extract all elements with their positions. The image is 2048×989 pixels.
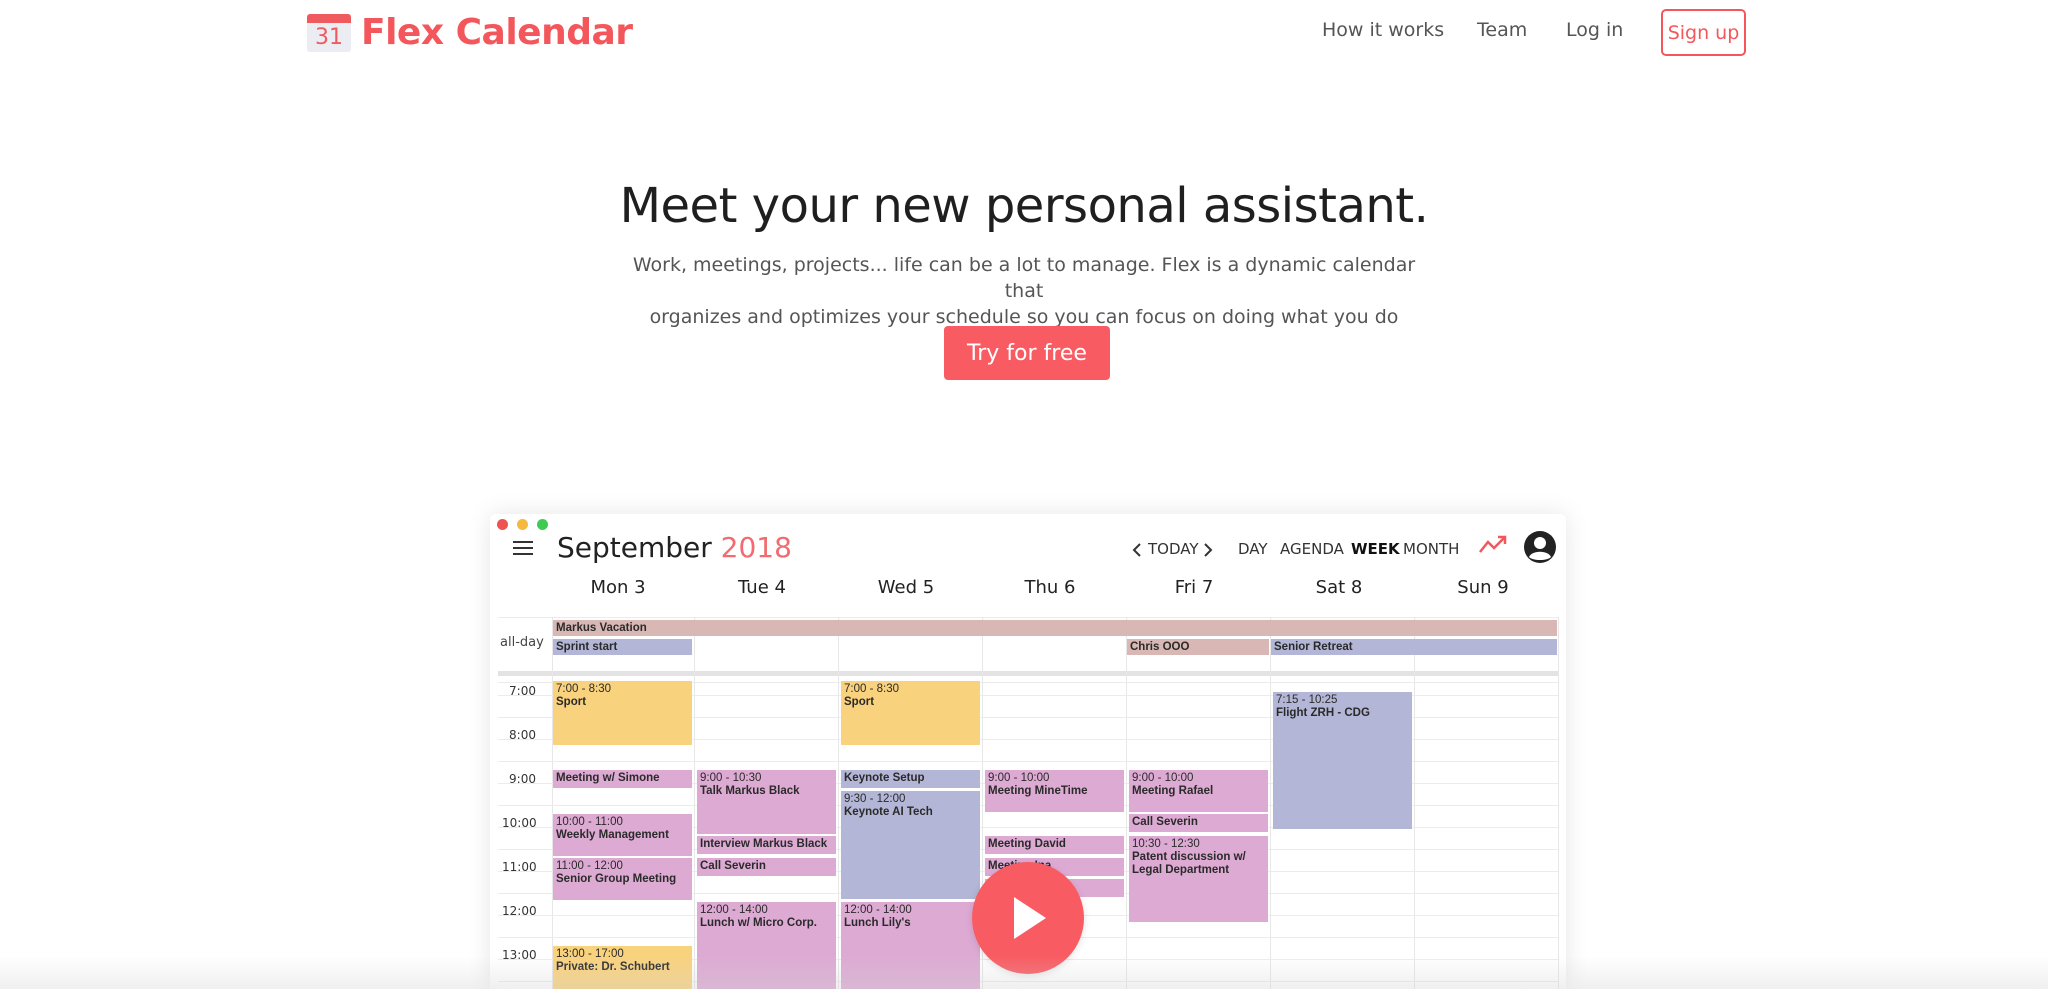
chevron-left-icon[interactable]: [1132, 543, 1142, 557]
calendar-event[interactable]: Meeting w/ Simone: [553, 770, 692, 788]
chevron-right-icon[interactable]: [1203, 543, 1213, 557]
calendar-event[interactable]: 9:30 - 12:00 Keynote AI Tech: [841, 791, 980, 899]
calendar-event[interactable]: 12:00 - 14:00 Lunch w/ Micro Corp.: [697, 902, 836, 989]
allday-label: all-day: [500, 635, 544, 650]
grid-line: [1270, 617, 1271, 989]
hero-subtitle-line-1: Work, meetings, projects... life can be …: [632, 254, 1416, 302]
allday-event[interactable]: Sprint start: [553, 639, 692, 655]
grid-line: [1558, 617, 1559, 989]
hero-title: Meet your new personal assistant.: [619, 178, 1429, 234]
calendar-event[interactable]: 7:00 - 8:30 Sport: [841, 681, 980, 745]
window-minimize-dot: [517, 519, 528, 530]
calendar-event[interactable]: 9:00 - 10:30 Talk Markus Black: [697, 770, 836, 834]
today-button[interactable]: TODAY: [1148, 540, 1199, 558]
nav-login-link[interactable]: Log in: [1566, 19, 1623, 41]
grid-line: [552, 617, 553, 989]
allday-event[interactable]: Senior Retreat: [1271, 639, 1557, 655]
top-nav: 31 Flex Calendar How it works Team Log i…: [0, 0, 2048, 64]
day-header-sat: Sat 8: [1315, 577, 1363, 598]
grid-line: [1414, 617, 1415, 989]
day-header-wed: Wed 5: [877, 577, 935, 598]
account-icon[interactable]: [1523, 530, 1557, 564]
window-close-dot: [497, 519, 508, 530]
view-day-tab[interactable]: DAY: [1238, 540, 1268, 558]
day-header-tue: Tue 4: [738, 577, 786, 598]
calendar-event[interactable]: 9:00 - 10:00 Meeting MineTime: [985, 770, 1124, 812]
allday-divider: [498, 671, 1558, 676]
grid-line: [694, 617, 695, 989]
play-video-button[interactable]: [972, 862, 1084, 974]
calendar-event[interactable]: 7:15 - 10:25 Flight ZRH - CDG: [1273, 692, 1412, 829]
hour-label: 12:00: [502, 904, 537, 918]
calendar-event[interactable]: Interview Markus Black: [697, 836, 836, 854]
grid-line: [498, 617, 1558, 618]
hour-label: 13:00: [502, 948, 537, 962]
day-header-sun: Sun 9: [1457, 577, 1509, 598]
view-week-tab[interactable]: WEEK: [1351, 540, 1400, 558]
trend-icon[interactable]: [1478, 534, 1508, 556]
calendar-event[interactable]: 10:00 - 11:00 Weekly Management: [553, 814, 692, 856]
calendar-event[interactable]: Call Severin: [697, 858, 836, 876]
calendar-event[interactable]: 10:30 - 12:30 Patent discussion w/ Legal…: [1129, 836, 1268, 922]
day-header-fri: Fri 7: [1174, 577, 1214, 598]
calendar-event[interactable]: 13:00 - 17:00 Private: Dr. Schubert: [553, 946, 692, 989]
nav-team-link[interactable]: Team: [1477, 19, 1527, 41]
play-icon: [1014, 897, 1046, 939]
nav-how-it-works-link[interactable]: How it works: [1322, 19, 1444, 41]
hour-label: 8:00: [509, 728, 536, 742]
hour-label: 9:00: [509, 772, 536, 786]
allday-event[interactable]: Chris OOO: [1127, 639, 1269, 655]
hour-label: 10:00: [502, 816, 537, 830]
calendar-event[interactable]: 11:00 - 12:00 Senior Group Meeting: [553, 858, 692, 900]
view-month-tab[interactable]: MONTH: [1403, 540, 1459, 558]
month-title: September 2018: [557, 531, 792, 564]
calendar-event[interactable]: 9:00 - 10:00 Meeting Rafael: [1129, 770, 1268, 812]
calendar-event[interactable]: Keynote Setup: [841, 770, 980, 788]
view-agenda-tab[interactable]: AGENDA: [1280, 540, 1344, 558]
hour-label: 11:00: [502, 860, 537, 874]
calendar-event[interactable]: 7:00 - 8:30 Sport: [553, 681, 692, 745]
day-header-thu: Thu 6: [1024, 577, 1076, 598]
calendar-event[interactable]: Call Severin: [1129, 814, 1268, 832]
hour-label: 7:00: [509, 684, 536, 698]
calendar-event[interactable]: Meeting David: [985, 836, 1124, 854]
window-maximize-dot: [537, 519, 548, 530]
signup-button[interactable]: Sign up: [1661, 9, 1746, 56]
app-preview-window: September 2018 TODAY DAY AGENDA WEEK MON…: [490, 514, 1566, 989]
try-for-free-button[interactable]: Try for free: [944, 326, 1110, 380]
allday-event[interactable]: Markus Vacation: [553, 620, 1557, 636]
grid-line: [1126, 617, 1127, 989]
grid-line: [838, 617, 839, 989]
calendar-event[interactable]: 12:00 - 14:00 Lunch Lily's: [841, 902, 980, 989]
menu-icon[interactable]: [513, 541, 533, 557]
month-year: 2018: [720, 531, 792, 564]
day-header-mon: Mon 3: [590, 577, 646, 598]
month-name: September: [557, 531, 712, 564]
